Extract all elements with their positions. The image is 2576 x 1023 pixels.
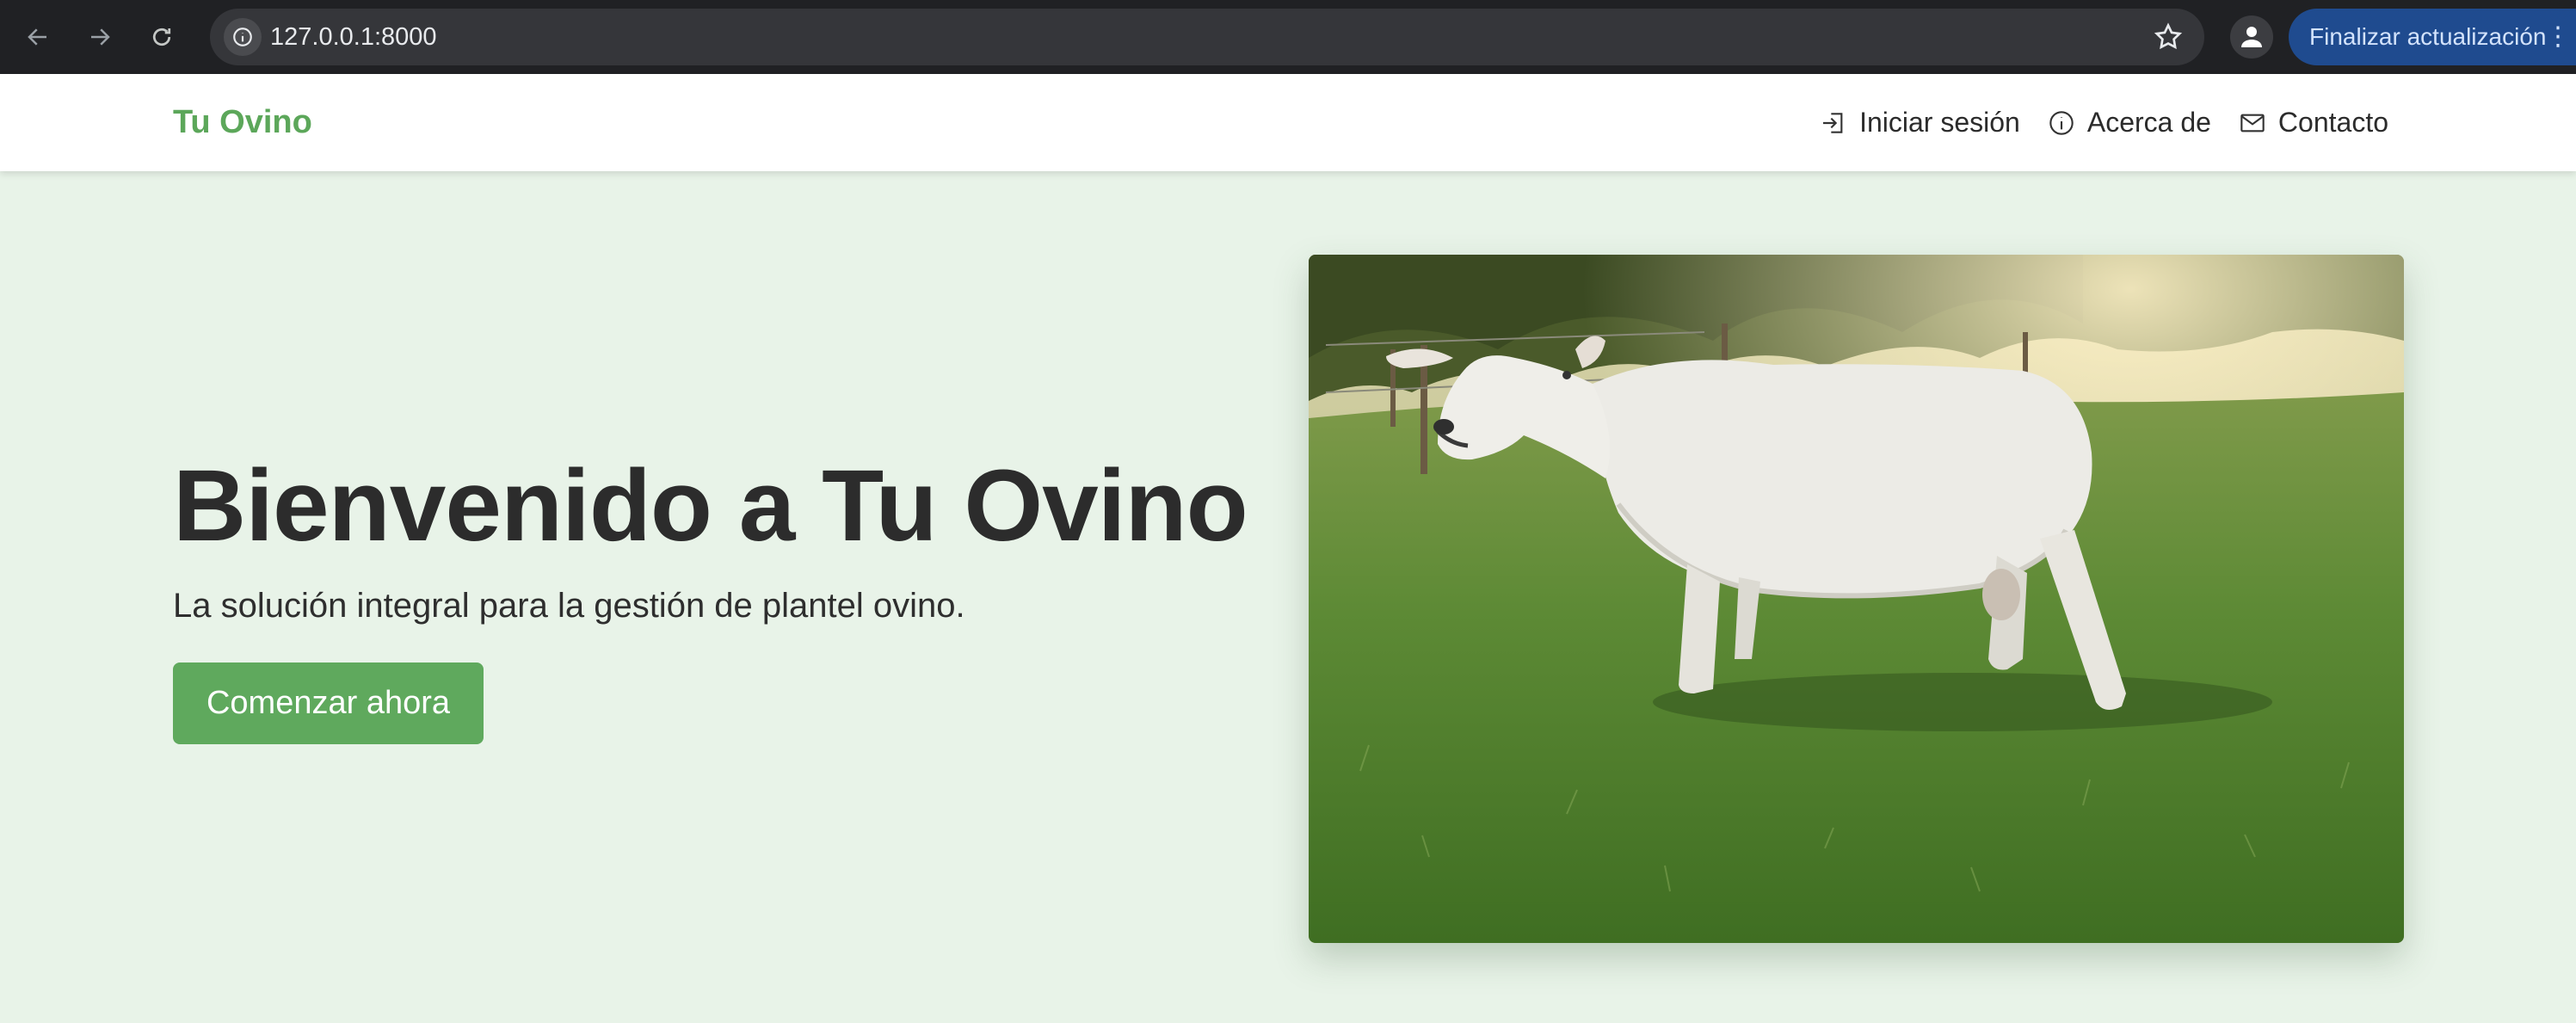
reload-button[interactable]	[139, 15, 184, 59]
login-icon	[1823, 112, 1843, 133]
info-icon	[2049, 110, 2074, 135]
url-text[interactable]: 127.0.0.1:8000	[270, 9, 437, 65]
site-info-icon[interactable]	[224, 18, 262, 56]
profile-button[interactable]	[2230, 15, 2273, 59]
more-vert-icon[interactable]: ⋮	[2545, 9, 2571, 65]
nav-links: Iniciar sesión Acerca de Contacto	[1820, 74, 2388, 171]
hero-subtitle: La solución integral para la gestión de …	[173, 587, 965, 625]
nav-link-about-label: Acerca de	[2086, 107, 2211, 138]
nav-link-contact[interactable]: Contacto	[2239, 107, 2388, 139]
envelope-icon	[2240, 114, 2265, 132]
nav-link-login[interactable]: Iniciar sesión	[1820, 107, 2020, 139]
arrow-left-icon	[28, 28, 46, 46]
start-now-button[interactable]: Comenzar ahora	[173, 662, 484, 744]
nav-link-about[interactable]: Acerca de	[2048, 107, 2211, 139]
person-icon	[2241, 27, 2262, 47]
bookmark-star-icon[interactable]	[2153, 22, 2184, 52]
sheep-photo	[1309, 255, 2404, 943]
hero-title: Bienvenido a Tu Ovino	[173, 449, 1248, 563]
site-navbar: Tu Ovino Iniciar sesión Acerca de Contac…	[0, 74, 2576, 171]
update-button[interactable]: Finalizar actualización ⋮	[2289, 9, 2576, 65]
forward-button[interactable]	[77, 15, 122, 59]
update-button-label: Finalizar actualización	[2309, 23, 2547, 50]
brand-logo[interactable]: Tu Ovino	[173, 74, 312, 171]
reload-icon	[152, 28, 171, 46]
nav-link-login-label: Iniciar sesión	[1859, 107, 2020, 138]
back-button[interactable]	[15, 15, 60, 59]
browser-toolbar: 127.0.0.1:8000 Finalizar actualización ⋮	[0, 0, 2576, 74]
nav-link-contact-label: Contacto	[2277, 107, 2388, 138]
arrow-right-icon	[91, 28, 110, 46]
address-bar[interactable]: 127.0.0.1:8000	[210, 9, 2204, 65]
